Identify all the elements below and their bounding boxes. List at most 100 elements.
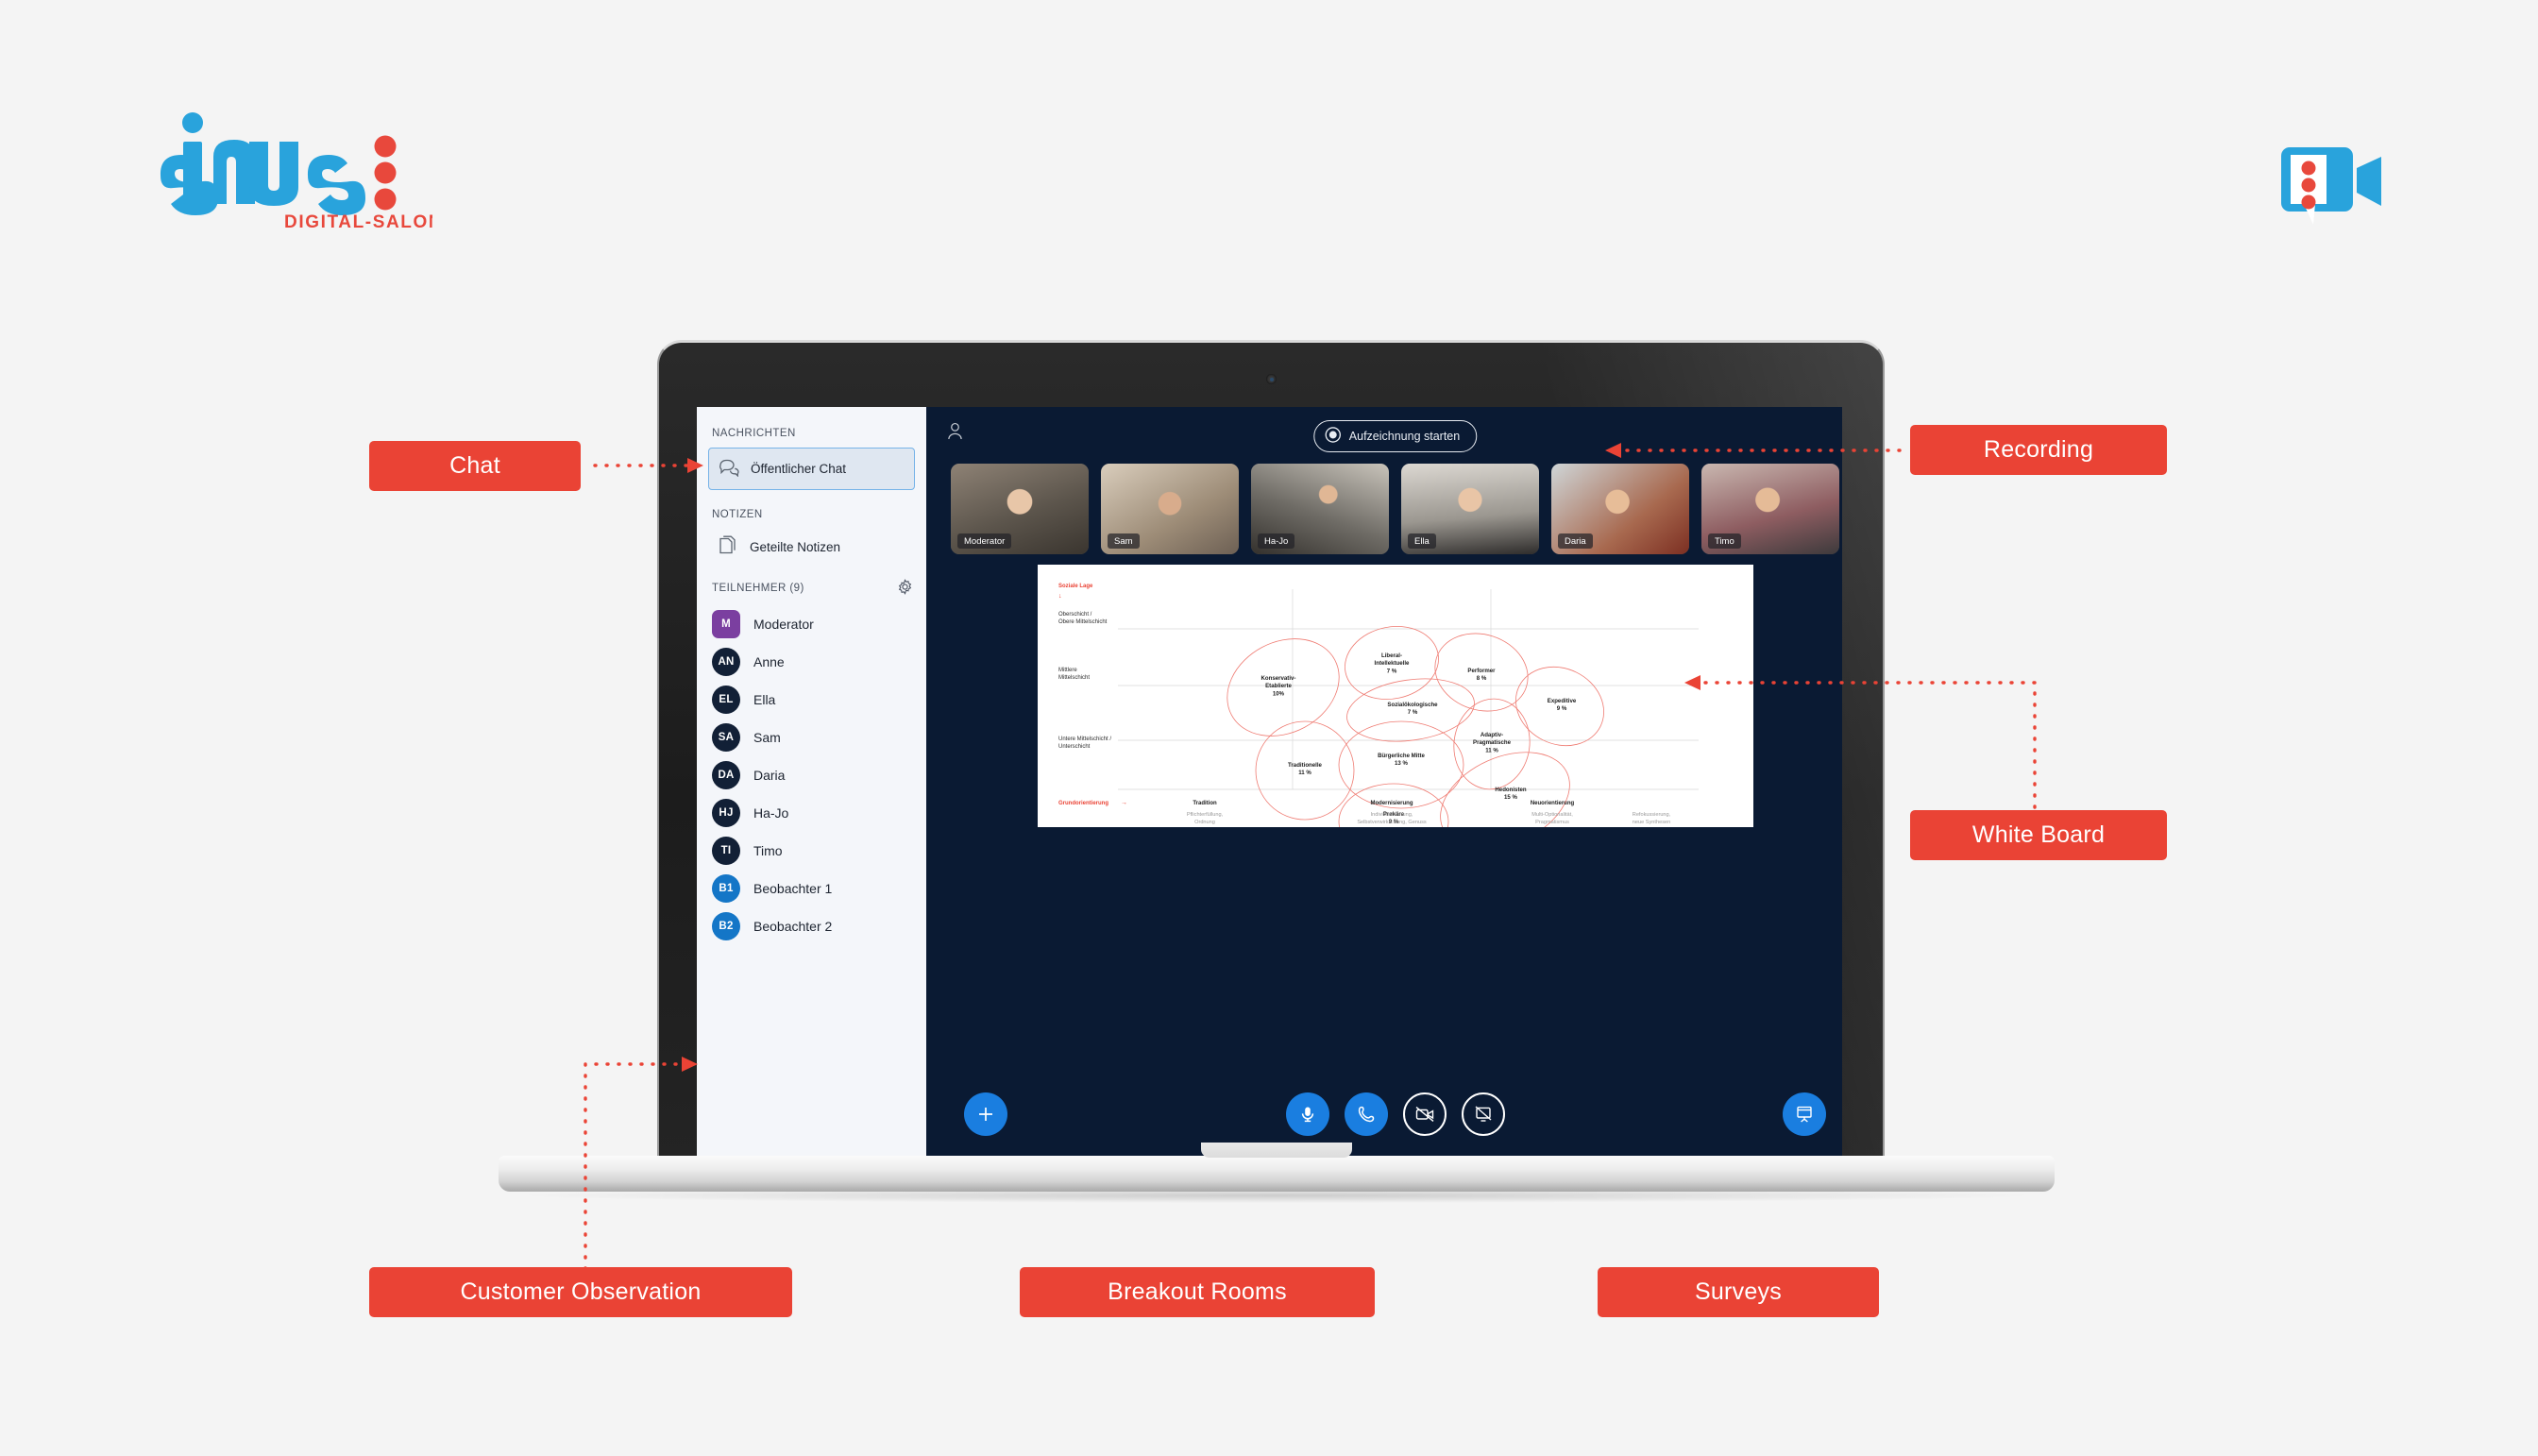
- svg-text:Individualisierung,: Individualisierung,: [1370, 812, 1413, 818]
- video-tile[interactable]: Daria: [1551, 464, 1689, 554]
- svg-text:↓: ↓: [1058, 593, 1062, 600]
- callout-breakout-rooms: Breakout Rooms: [1020, 1267, 1375, 1317]
- svg-text:Untere Mittelschicht /: Untere Mittelschicht /: [1058, 736, 1111, 742]
- svg-text:Soziale Lage: Soziale Lage: [1058, 584, 1093, 589]
- list-item[interactable]: B2 Beobachter 2: [697, 907, 926, 945]
- sinus-milieus-chart: Konservativ-Etablierte10% Liberal-Intelle…: [1058, 584, 1699, 827]
- svg-text:Modernisierung: Modernisierung: [1370, 801, 1413, 806]
- list-item[interactable]: EL Ella: [697, 681, 926, 719]
- avatar: B1: [712, 874, 740, 903]
- documents-icon: [718, 535, 738, 559]
- svg-text:neue Synthesen: neue Synthesen: [1632, 820, 1669, 825]
- list-item[interactable]: TI Timo: [697, 832, 926, 870]
- video-tile-name: Moderator: [957, 533, 1012, 549]
- svg-text:Pflichterfüllung,: Pflichterfüllung,: [1186, 812, 1223, 818]
- gear-icon[interactable]: [897, 579, 913, 598]
- start-recording-button[interactable]: Aufzeichnung starten: [1312, 420, 1478, 452]
- svg-text:Adaptiv-: Adaptiv-: [1480, 732, 1502, 738]
- svg-text:Sozialökologische: Sozialökologische: [1387, 702, 1438, 708]
- video-tile-strip: Moderator Sam Ha-Jo Ella Daria Timo: [926, 460, 1842, 554]
- microphone-button[interactable]: [1285, 1092, 1329, 1136]
- avatar: DA: [712, 761, 740, 789]
- svg-text:8 %: 8 %: [1476, 675, 1486, 682]
- camera-off-button[interactable]: [1402, 1092, 1447, 1136]
- svg-text:Mittelschicht: Mittelschicht: [1058, 675, 1090, 681]
- svg-text:Konservativ-: Konservativ-: [1261, 675, 1295, 682]
- video-tile[interactable]: Timo: [1701, 464, 1839, 554]
- public-chat-label: Öffentlicher Chat: [751, 462, 847, 476]
- video-tile[interactable]: Moderator: [951, 464, 1089, 554]
- video-camera-chat-icon: [2276, 140, 2389, 234]
- laptop-device: NACHRICHTEN Öffentlicher Chat NOTIZEN Ge…: [657, 340, 1885, 1171]
- svg-text:13 %: 13 %: [1395, 760, 1408, 767]
- video-tile-name: Timo: [1708, 533, 1741, 549]
- avatar: SA: [712, 723, 740, 752]
- video-tile[interactable]: Ella: [1401, 464, 1539, 554]
- svg-text:11 %: 11 %: [1298, 770, 1311, 776]
- webcam-icon: [1266, 374, 1277, 384]
- user-icon[interactable]: [947, 422, 963, 445]
- poster-canvas: DIGITAL-SALON NACHRICHTEN Öffentlicher C…: [0, 0, 2538, 1456]
- list-item[interactable]: HJ Ha-Jo: [697, 794, 926, 832]
- callout-recording: Recording: [1910, 425, 2167, 475]
- svg-text:Selbstverwirklichung, Genuss: Selbstverwirklichung, Genuss: [1357, 820, 1427, 825]
- list-item[interactable]: M Moderator: [697, 605, 926, 643]
- participant-list: M Moderator AN Anne EL Ella SA Sam DA Daria HJ Ha-J…: [697, 605, 926, 945]
- svg-text:Tradition: Tradition: [1193, 801, 1217, 806]
- record-label: Aufzeichnung starten: [1348, 430, 1461, 443]
- notes-heading: NOTIZEN: [712, 509, 763, 520]
- participants-header: TEILNEHMER (9): [697, 579, 926, 598]
- messages-heading: NACHRICHTEN: [712, 428, 796, 439]
- svg-text:Traditionelle: Traditionelle: [1288, 762, 1323, 769]
- video-tile-name: Daria: [1558, 533, 1593, 549]
- avatar: AN: [712, 648, 740, 676]
- participant-name: Sam: [753, 730, 781, 745]
- meeting-topbar: Aufzeichnung starten: [926, 407, 1842, 460]
- svg-text:7 %: 7 %: [1407, 709, 1417, 716]
- meeting-main: Aufzeichnung starten Moderator Sam Ha-Jo El…: [926, 407, 1842, 1162]
- app-screen: NACHRICHTEN Öffentlicher Chat NOTIZEN Ge…: [697, 407, 1842, 1162]
- video-tile[interactable]: Sam: [1101, 464, 1239, 554]
- avatar: M: [712, 610, 740, 638]
- participant-name: Ha-Jo: [753, 805, 789, 821]
- video-tile[interactable]: Ha-Jo: [1251, 464, 1389, 554]
- sidebar: NACHRICHTEN Öffentlicher Chat NOTIZEN Ge…: [697, 407, 926, 1162]
- sidebar-item-public-chat[interactable]: Öffentlicher Chat: [708, 448, 915, 490]
- svg-text:7 %: 7 %: [1386, 668, 1396, 674]
- callout-customer-observation: Customer Observation: [369, 1267, 792, 1317]
- logo-tagline: DIGITAL-SALON: [284, 212, 432, 232]
- list-item[interactable]: SA Sam: [697, 719, 926, 756]
- callout-chat: Chat: [369, 441, 581, 491]
- svg-text:Pragmatische: Pragmatische: [1473, 739, 1512, 746]
- callout-whiteboard: White Board: [1910, 810, 2167, 860]
- add-button[interactable]: [964, 1092, 1007, 1136]
- phone-button[interactable]: [1344, 1092, 1388, 1136]
- video-tile-name: Ha-Jo: [1258, 533, 1295, 549]
- participant-name: Beobachter 2: [753, 919, 833, 934]
- avatar: HJ: [712, 799, 740, 827]
- sidebar-item-shared-notes[interactable]: Geteilte Notizen: [708, 529, 915, 566]
- chat-bubbles-icon: [719, 458, 739, 480]
- whiteboard[interactable]: Konservativ- Etablierte 10% Liberal- Intelle…: [1037, 565, 1753, 827]
- svg-text:Etablierte: Etablierte: [1265, 683, 1292, 689]
- svg-text:Pragmatismus: Pragmatismus: [1535, 820, 1569, 825]
- video-tile-name: Sam: [1108, 533, 1140, 549]
- svg-text:9 %: 9 %: [1556, 705, 1566, 712]
- svg-text:Mittlere: Mittlere: [1058, 668, 1077, 673]
- svg-text:Intellektuelle: Intellektuelle: [1374, 660, 1410, 667]
- participant-name: Ella: [753, 692, 776, 707]
- svg-text:10%: 10%: [1272, 690, 1284, 697]
- participant-name: Moderator: [753, 617, 814, 632]
- list-item[interactable]: B1 Beobachter 1: [697, 870, 926, 907]
- svg-text:Neuorientierung: Neuorientierung: [1530, 801, 1574, 806]
- list-item[interactable]: AN Anne: [697, 643, 926, 681]
- whiteboard-button[interactable]: [1783, 1092, 1826, 1136]
- svg-text:Ordnung: Ordnung: [1194, 820, 1215, 825]
- participant-name: Beobachter 1: [753, 881, 833, 896]
- list-item[interactable]: DA Daria: [697, 756, 926, 794]
- screen-share-off-button[interactable]: [1461, 1092, 1505, 1136]
- svg-text:Liberal-: Liberal-: [1380, 652, 1401, 659]
- video-tile-name: Ella: [1408, 533, 1436, 549]
- laptop-base: [499, 1143, 2055, 1192]
- svg-text:15 %: 15 %: [1504, 794, 1517, 801]
